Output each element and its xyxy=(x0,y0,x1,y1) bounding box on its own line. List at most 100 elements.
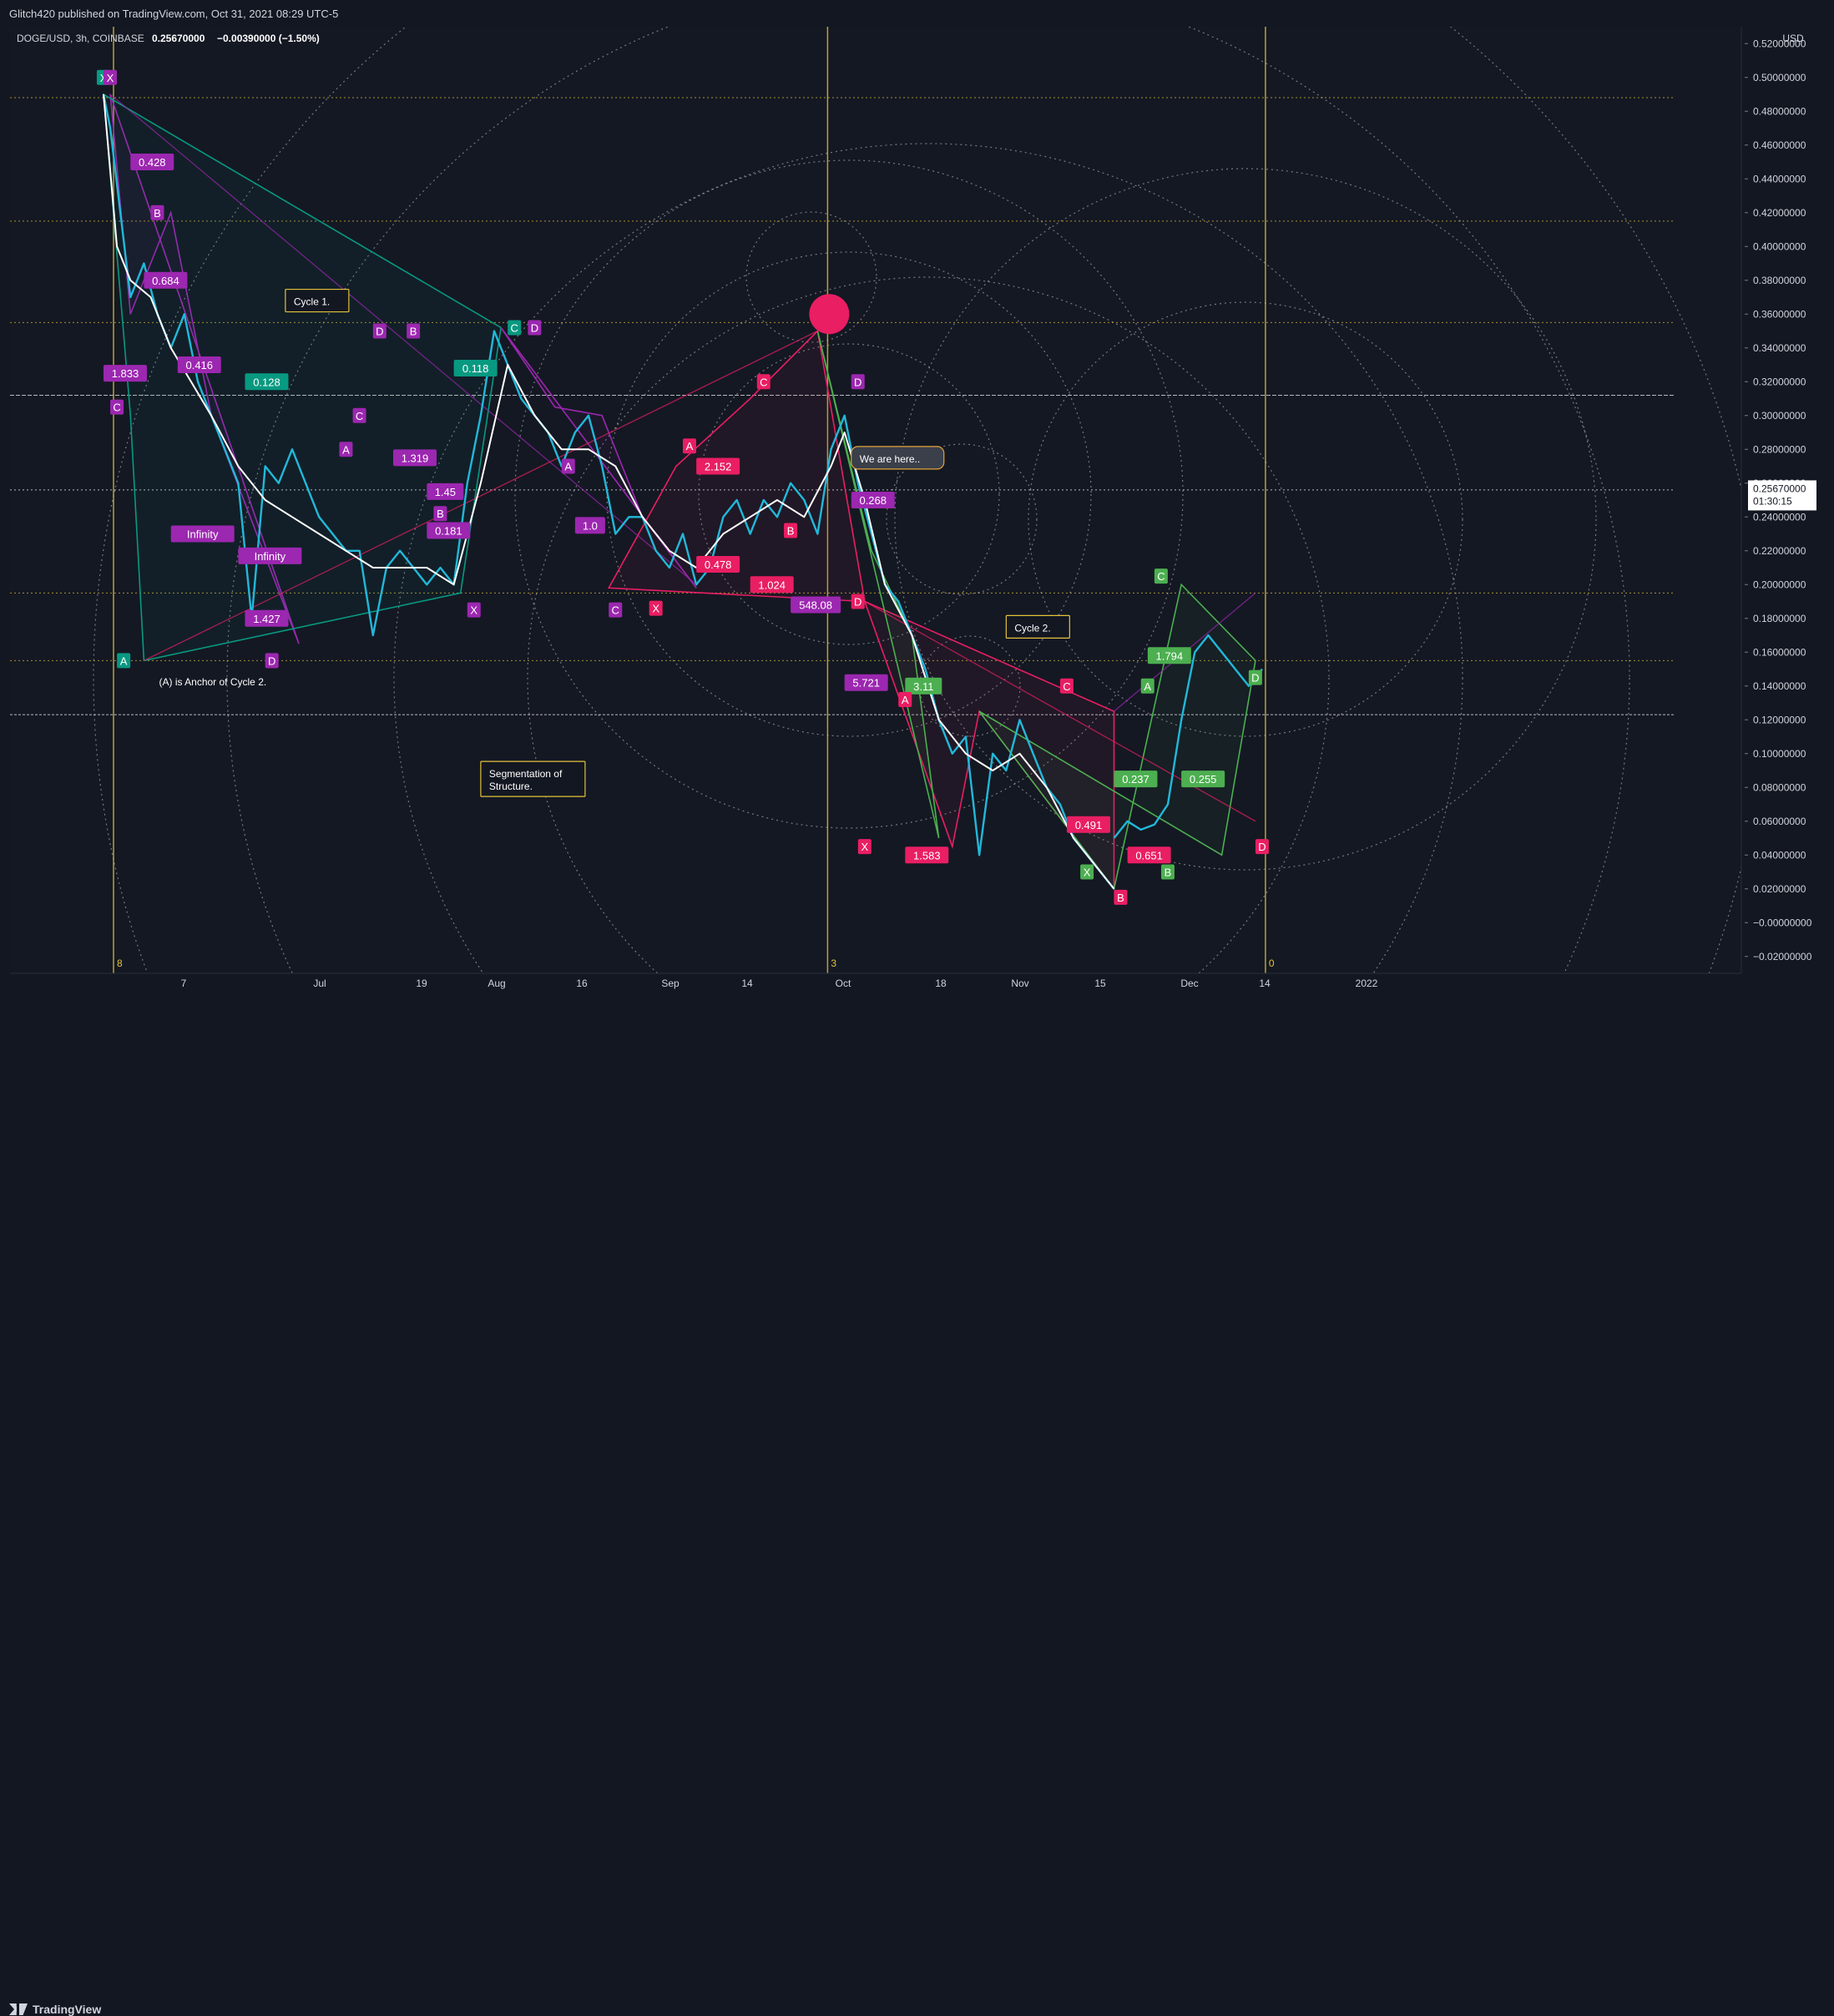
cycle-top-marker xyxy=(809,294,850,335)
point-label-15: C xyxy=(612,604,619,617)
countdown-label: 01:30:15 xyxy=(1753,495,1792,507)
ratio-label-9: 1.319 xyxy=(402,452,429,464)
symbol-legend: DOGE/USD, 3h, COINBASE 0.25670000 −0.003… xyxy=(17,33,320,44)
ratio-label-2: 0.416 xyxy=(185,359,213,371)
ratio-label-7: Infinity xyxy=(187,528,219,541)
price-tick-label-0: 0.52000000 xyxy=(1753,38,1806,49)
price-tick-label-18: 0.16000000 xyxy=(1753,646,1806,658)
point-label-5: D xyxy=(268,654,275,667)
publish-header: Glitch420 published on TradingView.com, … xyxy=(0,0,1834,27)
price-tick-label-14: 0.24000000 xyxy=(1753,511,1806,523)
time-tick-label-11: Dec xyxy=(1180,978,1198,989)
time-tick-label-8: 18 xyxy=(935,978,947,989)
point-label-9: B xyxy=(410,326,417,338)
price-tick-label-2: 0.48000000 xyxy=(1753,105,1806,117)
price-tick-label-21: 0.10000000 xyxy=(1753,748,1806,760)
text-box-3-line-1: Structure. xyxy=(489,781,533,792)
ratio-label-23: 0.651 xyxy=(1135,849,1163,861)
ratio-label-4: 0.128 xyxy=(253,376,280,388)
vertical-line-label-1: 3 xyxy=(831,957,836,969)
price-tick-label-7: 0.38000000 xyxy=(1753,275,1806,286)
chart-pane[interactable]: 8 3 0 0.428 0.684 0.416 1.833 0.128 0.118 1.427 I… xyxy=(10,27,1741,973)
point-label-16: A xyxy=(686,440,694,452)
point-label-8: D xyxy=(376,326,383,338)
time-tick-label-0: 7 xyxy=(181,978,187,989)
time-axis[interactable]: 7 Jul 19 Aug 16 Sep 14 Oct 18 Nov 15 Dec 14 2022 xyxy=(10,973,1741,989)
chart-canvas[interactable]: 8 3 0 0.428 0.684 0.416 1.833 0.128 0.118 1.427 I… xyxy=(10,27,1741,973)
price-tick-label-12: 0.28000000 xyxy=(1753,443,1806,455)
price-tick-label-8: 0.36000000 xyxy=(1753,308,1806,320)
text-box-4: (A) is Anchor of Cycle 2. xyxy=(159,676,266,688)
time-tick-label-5: Sep xyxy=(661,978,680,989)
price-tick-label-22: 0.08000000 xyxy=(1753,781,1806,793)
point-label-1: X xyxy=(107,72,114,84)
current-price-label: 0.25670000 xyxy=(1753,483,1806,494)
price-tick-label-9: 0.34000000 xyxy=(1753,342,1806,354)
fib-circle-7 xyxy=(894,168,1597,871)
price-tick-label-20: 0.12000000 xyxy=(1753,714,1806,725)
point-label-13: D xyxy=(531,321,538,334)
ratio-label-0: 0.428 xyxy=(139,156,166,169)
vertical-line-label-0: 8 xyxy=(117,957,123,969)
ratio-label-1: 0.684 xyxy=(152,275,179,287)
point-label-30: X xyxy=(652,603,659,615)
point-label-25: X xyxy=(1084,867,1091,879)
point-label-7: C xyxy=(356,410,363,422)
ratio-label-13: 2.152 xyxy=(705,461,732,473)
ratio-label-18: 5.721 xyxy=(852,677,880,690)
point-label-2: A xyxy=(120,654,128,667)
point-label-21: A xyxy=(902,694,909,706)
legend-symbol: DOGE/USD, 3h, COINBASE xyxy=(17,33,144,44)
point-label-22: B xyxy=(1117,892,1124,904)
point-label-10: A xyxy=(564,461,572,473)
tradingview-logo[interactable]: TradingView xyxy=(9,2003,101,2016)
price-tick-label-15: 0.22000000 xyxy=(1753,545,1806,557)
price-tick-label-23: 0.06000000 xyxy=(1753,816,1806,827)
legend-change: −0.00390000 (−1.50%) xyxy=(217,33,320,44)
harmonic-pattern-1 xyxy=(103,93,502,662)
ratio-label-5: 0.118 xyxy=(462,362,489,375)
point-label-3: B xyxy=(154,207,161,220)
point-label-17: B xyxy=(787,524,795,537)
point-label-27: B xyxy=(1165,867,1172,879)
point-label-20: X xyxy=(861,841,868,853)
point-label-6: A xyxy=(342,443,350,456)
time-tick-label-1: Jul xyxy=(313,978,326,989)
price-tick-label-19: 0.14000000 xyxy=(1753,680,1806,692)
ratio-label-14: 0.478 xyxy=(705,558,732,571)
time-tick-label-3: Aug xyxy=(488,978,505,989)
point-label-11: B xyxy=(437,508,444,520)
currency-label: USD xyxy=(1782,33,1804,44)
time-tick-label-10: 15 xyxy=(1094,978,1106,989)
ratio-label-21: 0.237 xyxy=(1122,773,1149,786)
tradingview-icon xyxy=(9,2003,28,2015)
price-tick-label-25: 0.02000000 xyxy=(1753,883,1806,895)
ratio-label-11: 0.181 xyxy=(435,524,462,537)
ratio-label-3: 1.833 xyxy=(112,367,139,380)
text-box-2: We are here.. xyxy=(860,453,920,465)
price-tick-label-1: 0.50000000 xyxy=(1753,72,1806,83)
legend-price: 0.25670000 xyxy=(152,33,205,44)
ratio-label-8: Infinity xyxy=(255,550,286,563)
price-tick-label-11: 0.30000000 xyxy=(1753,410,1806,422)
price-tick-label-24: 0.04000000 xyxy=(1753,849,1806,861)
ratio-label-20: 1.583 xyxy=(913,849,941,861)
time-tick-label-4: 16 xyxy=(576,978,588,989)
time-tick-label-13: 2022 xyxy=(1356,978,1378,989)
point-label-4: C xyxy=(113,402,120,414)
price-tick-label-26: −0.00000000 xyxy=(1753,917,1812,928)
point-label-26: A xyxy=(1144,680,1151,693)
price-axis[interactable]: USD0.52000000 0.50000000 0.48000000 0.46000… xyxy=(1741,27,1816,973)
ratio-label-17: 0.268 xyxy=(859,494,887,507)
point-label-19: D xyxy=(854,376,861,388)
current-price-tag xyxy=(1748,480,1816,511)
point-label-18: C xyxy=(760,376,767,388)
point-label-28: C xyxy=(1157,570,1165,583)
price-tick-label-3: 0.46000000 xyxy=(1753,139,1806,151)
ratio-label-19: 3.11 xyxy=(913,680,933,693)
price-tick-label-27: −0.02000000 xyxy=(1753,951,1812,963)
price-tick-label-17: 0.18000000 xyxy=(1753,613,1806,624)
price-tick-label-4: 0.44000000 xyxy=(1753,173,1806,184)
price-tick-label-13: 0.26000000 xyxy=(1753,477,1806,489)
ratio-label-16: 548.08 xyxy=(799,599,832,612)
